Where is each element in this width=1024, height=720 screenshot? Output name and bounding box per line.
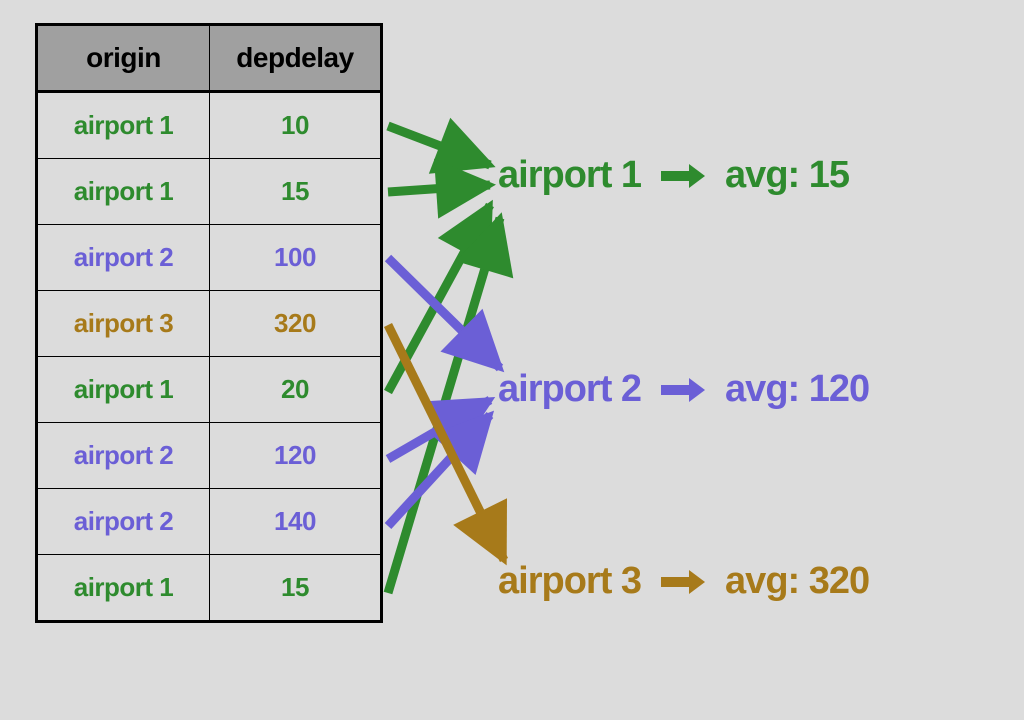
cell-origin: airport 2: [38, 423, 209, 488]
result-group3: airport 3 avg: 320: [498, 560, 869, 603]
cell-depdelay: 140: [209, 489, 380, 554]
cell-origin: airport 2: [38, 225, 209, 290]
arrow-right-icon: [659, 568, 707, 596]
cell-depdelay: 20: [209, 357, 380, 422]
arrow-to-group2: [388, 415, 490, 526]
arrow-right-icon: [659, 162, 707, 190]
arrow-to-group2: [388, 400, 490, 459]
cell-origin: airport 2: [38, 489, 209, 554]
table-row: airport 1 15: [38, 554, 380, 620]
cell-origin: airport 1: [38, 93, 209, 158]
table-row: airport 2 120: [38, 422, 380, 488]
arrow-to-group1: [388, 185, 490, 192]
table-row: airport 3 320: [38, 290, 380, 356]
col-header-origin: origin: [38, 26, 209, 90]
arrow-to-group1: [388, 126, 490, 165]
cell-origin: airport 3: [38, 291, 209, 356]
result-avg: avg: 320: [725, 560, 869, 603]
arrow-to-group1: [388, 205, 490, 392]
cell-depdelay: 120: [209, 423, 380, 488]
cell-origin: airport 1: [38, 159, 209, 224]
arrow-right-icon: [659, 376, 707, 404]
table-row: airport 1 15: [38, 158, 380, 224]
cell-depdelay: 15: [209, 159, 380, 224]
result-label: airport 3: [498, 560, 641, 603]
result-label: airport 2: [498, 368, 641, 411]
table-row: airport 1 20: [38, 356, 380, 422]
arrow-to-group2: [388, 258, 500, 368]
result-group1: airport 1 avg: 15: [498, 154, 849, 197]
table-row: airport 2 140: [38, 488, 380, 554]
result-avg: avg: 120: [725, 368, 869, 411]
result-label: airport 1: [498, 154, 641, 197]
cell-depdelay: 100: [209, 225, 380, 290]
arrow-to-group1: [388, 218, 500, 593]
cell-depdelay: 15: [209, 555, 380, 620]
table-row: airport 2 100: [38, 224, 380, 290]
cell-depdelay: 10: [209, 93, 380, 158]
col-header-depdelay: depdelay: [209, 26, 380, 90]
table-row: airport 1 10: [38, 92, 380, 158]
table-header-row: origin depdelay: [38, 26, 380, 92]
cell-origin: airport 1: [38, 555, 209, 620]
arrow-to-group3: [388, 325, 504, 560]
result-avg: avg: 15: [725, 154, 849, 197]
source-table: origin depdelay airport 1 10 airport 1 1…: [35, 23, 383, 623]
cell-origin: airport 1: [38, 357, 209, 422]
cell-depdelay: 320: [209, 291, 380, 356]
result-group2: airport 2 avg: 120: [498, 368, 869, 411]
